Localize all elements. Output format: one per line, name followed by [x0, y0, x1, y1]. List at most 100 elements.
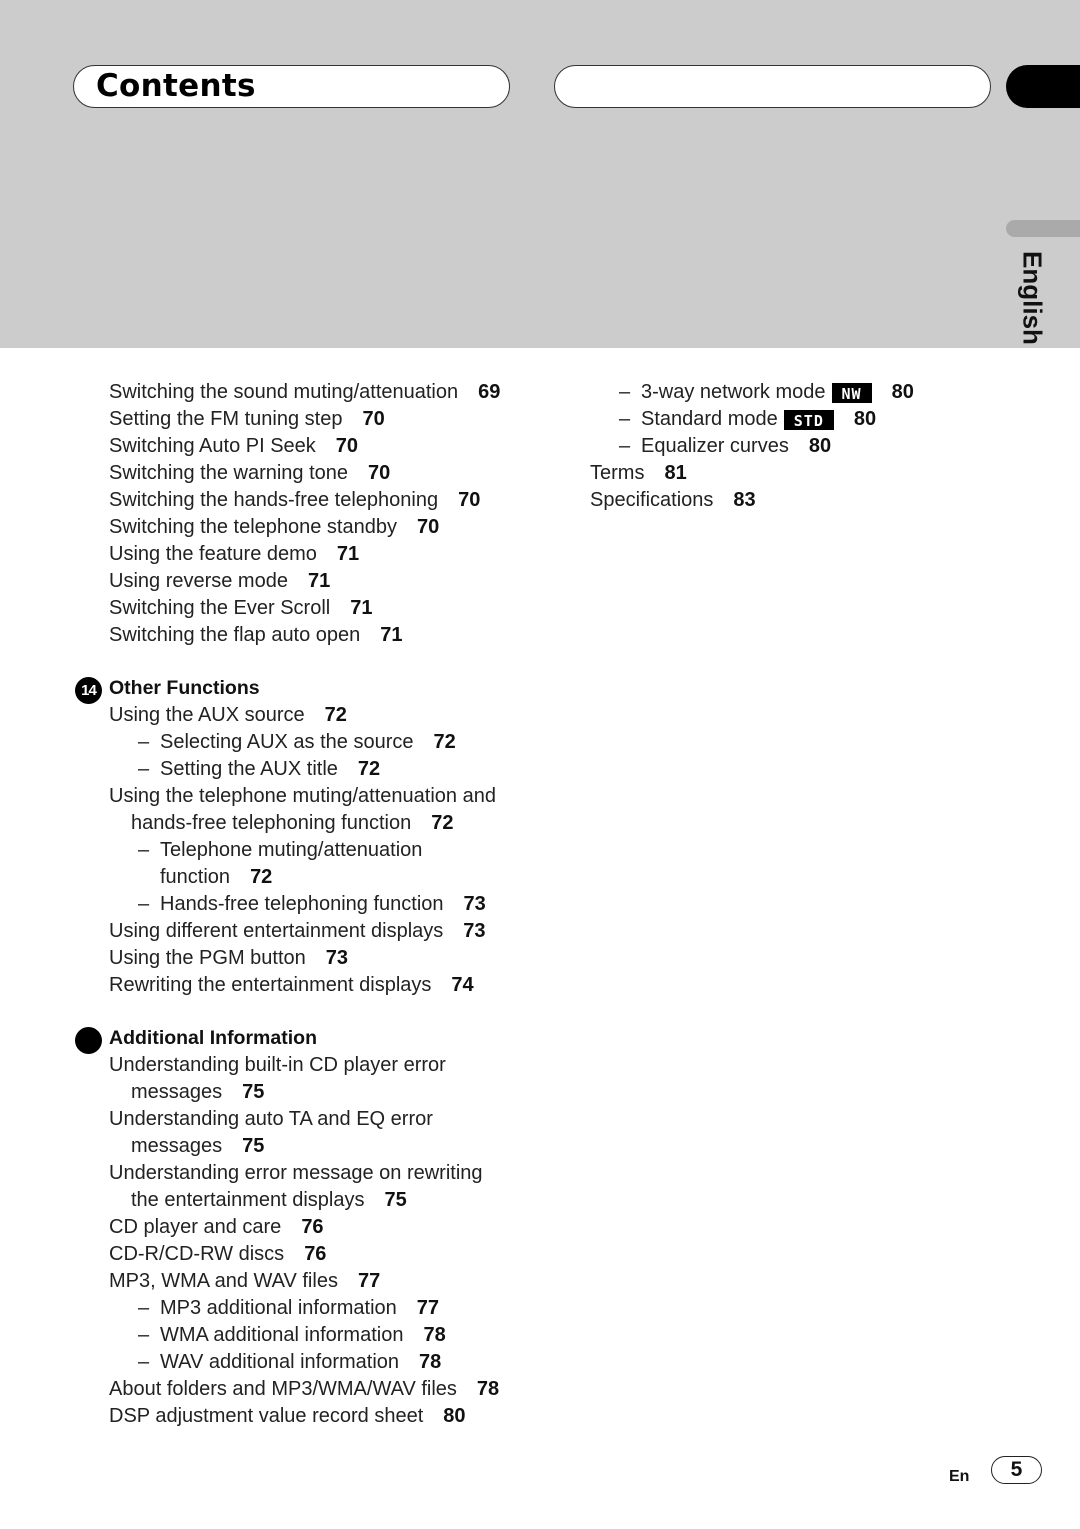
page-ref: 71	[336, 543, 360, 565]
header-band	[0, 0, 1080, 348]
page-ref: 75	[242, 1135, 265, 1157]
toc-entry[interactable]: Switching the hands-free telephoning 70	[74, 487, 534, 514]
page-ref: 76	[301, 1216, 324, 1238]
toc-entry[interactable]: Understanding built-in CD player error	[74, 1052, 534, 1079]
page-ref: 74	[451, 974, 474, 996]
page-ref: 83	[733, 489, 756, 511]
toc-entry[interactable]: Rewriting the entertainment displays 74	[74, 972, 534, 999]
dash: –	[619, 435, 631, 457]
page-ref: 76	[304, 1243, 327, 1265]
page-ref: 71	[350, 597, 373, 619]
page-ref: 71	[307, 570, 331, 592]
toc-entry-continued[interactable]: the entertainment displays 75	[74, 1187, 534, 1214]
page-ref: 80	[808, 435, 832, 457]
toc-entry[interactable]: MP3, WMA and WAV files 77	[74, 1268, 534, 1295]
toc-entry[interactable]: CD player and care 76	[74, 1214, 534, 1241]
toc-entry[interactable]: Switching the warning tone 70	[74, 460, 534, 487]
title-pill: Contents	[73, 65, 510, 108]
toc-entry[interactable]: Specifications 83	[590, 487, 990, 514]
dash: –	[138, 731, 150, 753]
toc-subentry[interactable]: – WMA additional information 78	[74, 1322, 534, 1349]
toc-entry[interactable]: Switching the sound muting/attenuation 69	[74, 379, 534, 406]
toc-entry[interactable]: Using the PGM button 73	[74, 945, 534, 972]
page-ref: 75	[384, 1189, 407, 1211]
language-tab-marker	[1006, 220, 1080, 237]
nw-mode-badge: NW	[831, 382, 872, 403]
page-ref: 72	[324, 704, 347, 726]
section-title-pill	[554, 65, 991, 108]
toc-subentry-continued[interactable]: function 72	[74, 864, 534, 891]
page-ref: 70	[416, 516, 440, 538]
toc-entry[interactable]: Using reverse mode 71	[74, 568, 534, 595]
toc-entry[interactable]: Using different entertainment displays 73	[74, 918, 534, 945]
toc-right-column: –3-way network mode NW 80 – Standard mode ST…	[590, 379, 990, 514]
dash: –	[619, 408, 631, 430]
page-ref: 80	[891, 381, 914, 403]
toc-entry[interactable]: Using the feature demo 71	[74, 541, 534, 568]
page-number: 5	[991, 1456, 1042, 1484]
dash: –	[138, 1297, 150, 1319]
toc-entry[interactable]: Setting the FM tuning step 70	[74, 406, 534, 433]
page-ref: 78	[419, 1351, 442, 1373]
toc-subentry[interactable]: – Setting the AUX title 72	[74, 756, 534, 783]
toc-subentry[interactable]: – WAV additional information 78	[74, 1349, 534, 1376]
toc-entry[interactable]: Switching Auto PI Seek 70	[74, 433, 534, 460]
page-ref: 77	[357, 1270, 381, 1292]
toc-subentry[interactable]: – Selecting AUX as the source 72	[74, 729, 534, 756]
page-ref: 72	[431, 812, 454, 834]
page-ref: 70	[368, 462, 391, 484]
section-number-badge: 14	[75, 677, 102, 704]
toc-subentry[interactable]: – Hands-free telephoning function 73	[74, 891, 534, 918]
page-title: Contents	[96, 68, 256, 104]
toc-entry[interactable]: Understanding auto TA and EQ error	[74, 1106, 534, 1133]
toc-entry[interactable]: Understanding error message on rewriting	[74, 1160, 534, 1187]
page-ref: 78	[423, 1324, 446, 1346]
toc-entry[interactable]: Terms 81	[590, 460, 990, 487]
page-ref: 69	[478, 381, 501, 403]
toc-entry-continued[interactable]: messages 75	[74, 1079, 534, 1106]
language-tab-label: English	[1017, 251, 1048, 345]
dash: –	[138, 839, 150, 861]
toc-entry[interactable]: About folders and MP3/WMA/WAV files 78	[74, 1376, 534, 1403]
page-ref: 78	[476, 1378, 500, 1400]
toc-entry-continued[interactable]: hands-free telephoning function 72	[74, 810, 534, 837]
toc-subentry[interactable]: – Telephone muting/attenuation	[74, 837, 534, 864]
page-ref: 73	[325, 947, 349, 969]
section-heading-other-functions[interactable]: 14 Other Functions	[74, 675, 534, 704]
std-mode-badge: STD	[783, 409, 834, 430]
toc-subentry[interactable]: – Standard mode STD 80	[590, 406, 990, 433]
toc-entry[interactable]: Switching the Ever Scroll 71	[74, 595, 534, 622]
page-ref: 80	[853, 408, 877, 430]
page-ref: 73	[463, 920, 486, 942]
page-ref: 72	[357, 758, 381, 780]
toc-subentry[interactable]: – MP3 additional information 77	[74, 1295, 534, 1322]
toc-entry[interactable]: Switching the telephone standby 70	[74, 514, 534, 541]
page-ref: 75	[242, 1081, 265, 1103]
toc-entry[interactable]: CD-R/CD-RW discs 76	[74, 1241, 534, 1268]
section-number-badge	[75, 1027, 102, 1054]
page-ref: 80	[443, 1405, 466, 1427]
section-tab	[1006, 65, 1080, 108]
footer-language-code: En	[949, 1468, 970, 1485]
toc-left-column: Switching the sound muting/attenuation 69…	[74, 379, 534, 1430]
page-ref: 77	[416, 1297, 440, 1319]
page-ref: 72	[433, 731, 456, 753]
dash: –	[619, 381, 631, 403]
toc-subentry[interactable]: – Equalizer curves 80	[590, 433, 990, 460]
toc-entry[interactable]: DSP adjustment value record sheet 80	[74, 1403, 534, 1430]
page-ref: 73	[463, 893, 486, 915]
toc-entry[interactable]: Switching the flap auto open 71	[74, 622, 534, 649]
page-ref: 72	[250, 866, 273, 888]
toc-entry[interactable]: Using the telephone muting/attenuation a…	[74, 783, 534, 810]
toc-entry[interactable]: Using the AUX source 72	[74, 702, 534, 729]
page-ref: 70	[335, 435, 359, 457]
section-heading-additional-information[interactable]: Additional Information	[74, 1025, 534, 1054]
page-ref: 70	[458, 489, 481, 511]
dash: –	[138, 1351, 150, 1373]
toc-subentry[interactable]: –3-way network mode NW 80	[590, 379, 990, 406]
page-ref: 81	[664, 462, 687, 484]
dash: –	[138, 893, 150, 915]
toc-entry-continued[interactable]: messages 75	[74, 1133, 534, 1160]
